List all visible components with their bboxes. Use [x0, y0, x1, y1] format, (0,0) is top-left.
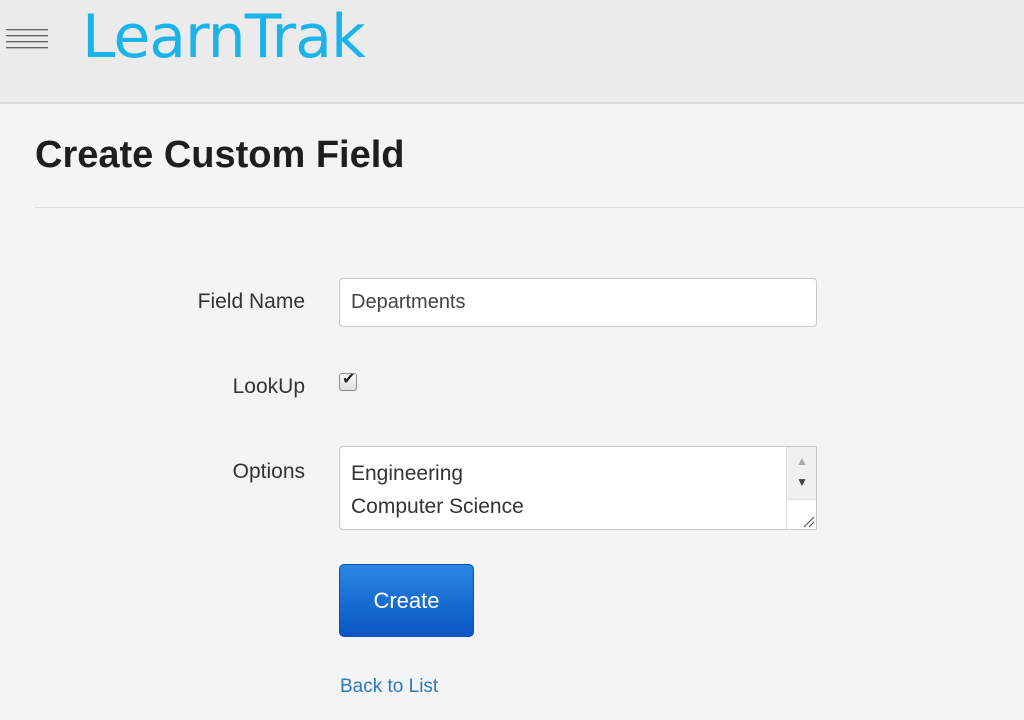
options-textarea[interactable]: Engineering Computer Science ▲ ▼ — [339, 446, 817, 530]
lookup-label: LookUp — [232, 375, 305, 398]
hamburger-menu-icon[interactable] — [6, 24, 50, 54]
field-name-label: Field Name — [197, 290, 305, 313]
checkmark-icon: ✔ — [342, 371, 356, 388]
scroll-down-icon[interactable]: ▼ — [787, 472, 816, 492]
back-to-list-link[interactable]: Back to List — [340, 676, 438, 698]
page-title: Create Custom Field — [35, 134, 405, 176]
top-navbar: LearnTrak — [0, 0, 1024, 104]
option-line: Computer Science — [351, 495, 524, 518]
scroll-up-icon[interactable]: ▲ — [787, 451, 816, 471]
resize-grip-icon[interactable] — [786, 499, 816, 529]
field-name-input[interactable] — [339, 278, 817, 327]
option-line: Engineering — [351, 462, 464, 485]
options-label: Options — [232, 460, 305, 483]
lookup-checkbox[interactable]: ✔ — [339, 371, 357, 391]
create-button[interactable]: Create — [339, 564, 474, 637]
textarea-scrollbar[interactable]: ▲ ▼ — [786, 447, 816, 499]
brand-logo[interactable]: LearnTrak — [82, 0, 366, 74]
title-divider — [35, 207, 1024, 208]
